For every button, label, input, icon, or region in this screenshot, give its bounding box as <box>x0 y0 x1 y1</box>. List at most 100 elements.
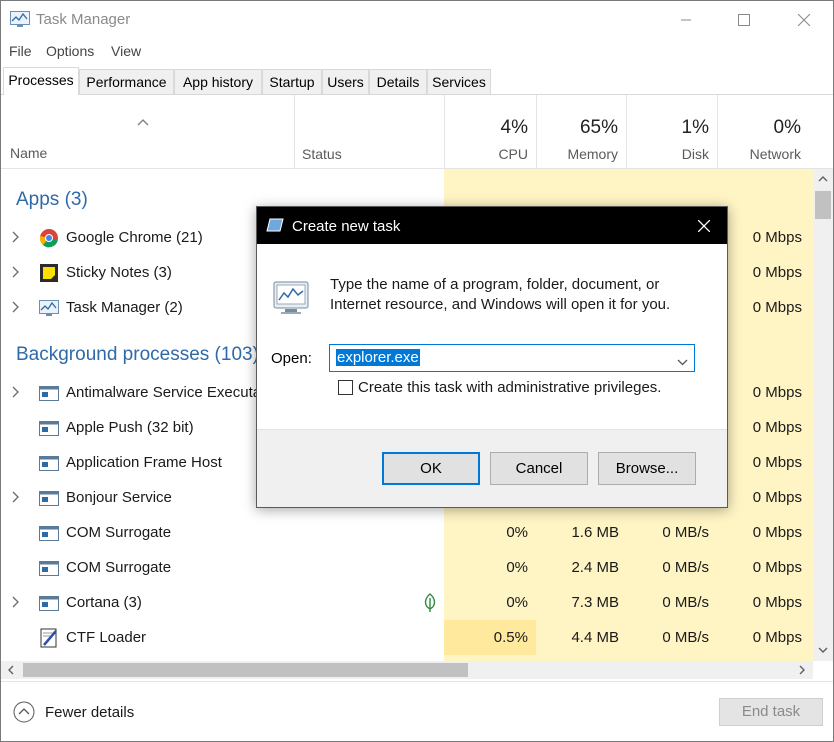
close-button[interactable] <box>781 1 827 39</box>
maximize-icon <box>738 14 750 26</box>
menu-options[interactable]: Options <box>46 43 94 59</box>
network-value: 0 Mbps <box>752 594 802 611</box>
cpu-total: 4% <box>500 117 528 138</box>
service-icon <box>39 488 59 508</box>
service-icon <box>39 523 59 543</box>
tab-processes[interactable]: Processes <box>3 67 79 95</box>
tab-bar: Processes Performance App history Startu… <box>1 67 833 95</box>
tab-app-history[interactable]: App history <box>174 69 262 94</box>
horizontal-scrollbar[interactable] <box>1 661 813 679</box>
leaf-icon <box>423 593 437 616</box>
column-status-area[interactable]: Status <box>294 95 444 169</box>
network-value: 0 Mbps <box>752 299 802 316</box>
minimize-button[interactable] <box>663 1 709 39</box>
process-name: Sticky Notes (3) <box>66 264 172 281</box>
chrome-icon <box>39 228 59 248</box>
scroll-up-icon[interactable] <box>818 175 828 182</box>
network-value: 0 Mbps <box>752 229 802 246</box>
sort-up-icon[interactable] <box>137 113 149 129</box>
process-row[interactable]: COM Surrogate 0% 2.4 MB 0 MB/s 0 Mbps <box>1 550 813 585</box>
chevron-down-icon[interactable] <box>677 353 688 369</box>
scroll-right-icon[interactable] <box>799 665 806 675</box>
process-row[interactable]: Cortana (3) 0% 7.3 MB 0 MB/s 0 Mbps <box>1 585 813 620</box>
tab-startup[interactable]: Startup <box>262 69 322 94</box>
service-icon <box>39 558 59 578</box>
network-value: 0 Mbps <box>752 629 802 646</box>
fewer-details-label: Fewer details <box>45 703 135 721</box>
scroll-down-icon[interactable] <box>818 647 828 654</box>
cpu-label: CPU <box>498 146 528 162</box>
tab-performance[interactable]: Performance <box>79 69 174 94</box>
column-network[interactable]: 0% Network <box>717 95 809 169</box>
network-value: 0 Mbps <box>752 264 802 281</box>
open-input-value[interactable]: explorer.exe <box>336 349 420 366</box>
task-manager-icon <box>39 298 59 318</box>
admin-privileges-checkbox[interactable] <box>338 380 353 395</box>
admin-privileges-label[interactable]: Create this task with administrative pri… <box>358 379 661 396</box>
network-total: 0% <box>773 117 801 138</box>
expand-chevron-icon[interactable] <box>12 265 20 281</box>
vertical-scroll-thumb[interactable] <box>815 191 831 219</box>
browse-button[interactable]: Browse... <box>598 452 696 485</box>
cpu-value: 0% <box>506 524 528 541</box>
horizontal-scroll-thumb[interactable] <box>23 663 468 677</box>
open-label: Open: <box>271 350 312 367</box>
cpu-value: 0% <box>506 559 528 576</box>
menu-file[interactable]: File <box>9 43 32 59</box>
column-disk[interactable]: 1% Disk <box>626 95 717 169</box>
group-apps[interactable]: Apps (3) <box>16 189 88 211</box>
run-program-icon <box>271 280 311 319</box>
dialog-title: Create new task <box>292 218 401 235</box>
column-name[interactable]: Name <box>10 145 47 161</box>
process-name: Apple Push (32 bit) <box>66 419 194 436</box>
process-name: CTF Loader <box>66 629 147 646</box>
process-name: Bonjour Service <box>66 489 172 506</box>
network-value: 0 Mbps <box>752 524 802 541</box>
expand-chevron-icon[interactable] <box>12 385 20 401</box>
maximize-button[interactable] <box>721 1 767 39</box>
dialog-close-button[interactable] <box>690 214 718 238</box>
network-value: 0 Mbps <box>752 384 802 401</box>
service-icon <box>39 383 59 403</box>
tab-users[interactable]: Users <box>322 69 369 94</box>
memory-value: 1.6 MB <box>571 524 619 541</box>
expand-chevron-icon[interactable] <box>12 300 20 316</box>
open-combobox[interactable]: explorer.exe <box>329 344 695 372</box>
dialog-body: Type the name of a program, folder, docu… <box>257 244 727 429</box>
process-name: Task Manager (2) <box>66 299 183 316</box>
tab-services[interactable]: Services <box>427 69 491 94</box>
end-task-button[interactable]: End task <box>719 698 823 726</box>
tab-details[interactable]: Details <box>369 69 427 94</box>
column-cpu[interactable]: 4% CPU <box>444 95 536 169</box>
column-memory[interactable]: 65% Memory <box>536 95 626 169</box>
disk-value: 0 MB/s <box>662 559 709 576</box>
scroll-left-icon[interactable] <box>7 665 14 675</box>
expand-chevron-icon[interactable] <box>12 490 20 506</box>
menu-view[interactable]: View <box>111 43 141 59</box>
sticky-notes-icon <box>39 263 59 283</box>
window-title: Task Manager <box>36 11 131 28</box>
network-value: 0 Mbps <box>752 489 802 506</box>
expand-chevron-icon[interactable] <box>12 230 20 246</box>
vertical-scrollbar[interactable] <box>813 169 833 661</box>
memory-value: 2.4 MB <box>571 559 619 576</box>
ctf-loader-icon <box>39 628 59 648</box>
service-icon <box>39 453 59 473</box>
title-bar: Task Manager <box>1 1 833 39</box>
cortana-icon <box>39 593 59 613</box>
ok-button[interactable]: OK <box>382 452 480 485</box>
process-row[interactable]: COM Surrogate 0% 1.6 MB 0 MB/s 0 Mbps <box>1 515 813 550</box>
disk-value: 0 MB/s <box>662 594 709 611</box>
process-name: COM Surrogate <box>66 559 172 576</box>
cancel-button[interactable]: Cancel <box>490 452 588 485</box>
dialog-footer: OK Cancel Browse... <box>257 429 727 507</box>
expand-chevron-icon[interactable] <box>12 595 20 611</box>
fewer-details-button[interactable]: Fewer details <box>13 701 134 723</box>
memory-value: 4.4 MB <box>571 629 619 646</box>
group-background-processes[interactable]: Background processes (103) <box>16 344 259 366</box>
process-row[interactable]: CTF Loader 0.5% 4.4 MB 0 MB/s 0 Mbps <box>1 620 813 655</box>
dialog-description: Type the name of a program, folder, docu… <box>330 276 671 313</box>
close-icon <box>798 14 810 26</box>
minimize-icon <box>681 19 691 21</box>
memory-total: 65% <box>579 117 618 138</box>
